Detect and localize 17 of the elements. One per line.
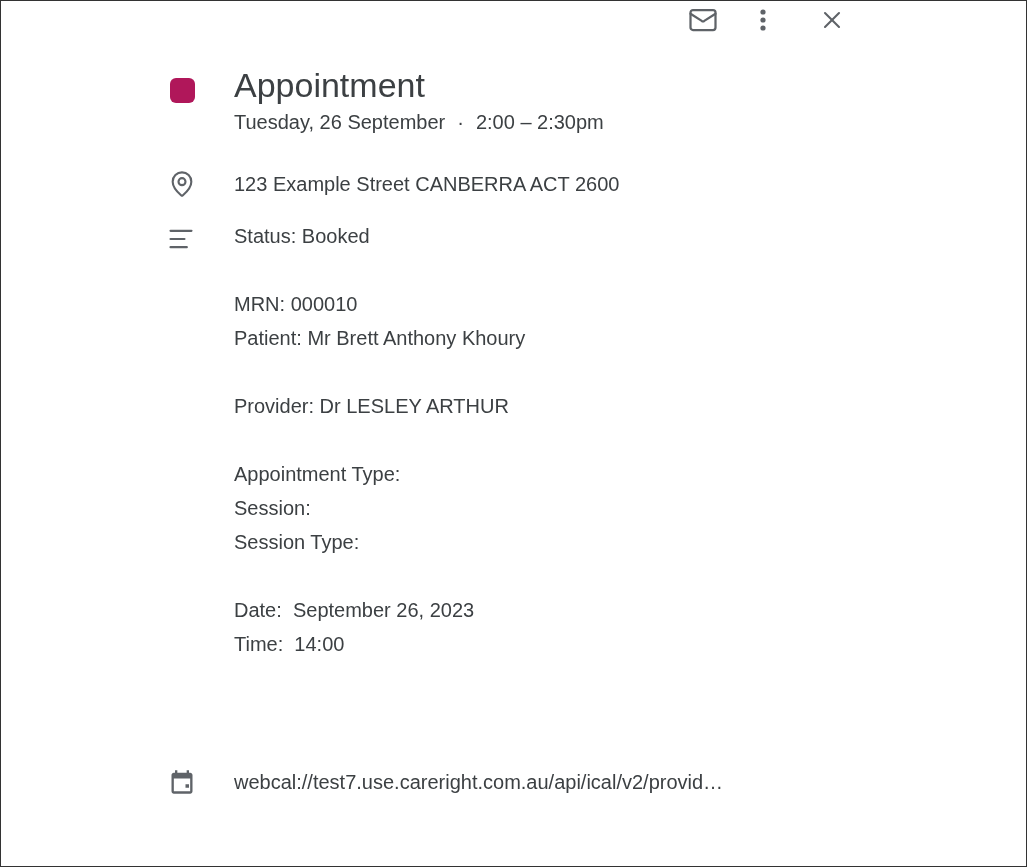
description-line: Appointment Type: xyxy=(234,462,402,487)
event-title: Appointment xyxy=(234,65,426,105)
description-line: Provider: Dr LESLEY ARTHUR xyxy=(234,394,510,419)
description-line: Date: September 26, 2023 xyxy=(234,598,476,623)
more-icon xyxy=(760,9,766,31)
description-line: Session Type: xyxy=(234,530,361,555)
event-date: Tuesday, 26 September xyxy=(234,110,446,135)
description-line: Session: xyxy=(234,496,312,521)
calendar-link[interactable]: webcal://test7.use.careright.com.au/api/ical/v2/provid… xyxy=(234,767,724,797)
description-line: Status: Booked xyxy=(234,224,371,249)
description-line: Patient: Mr Brett Anthony Khoury xyxy=(234,326,526,351)
separator-dot: · xyxy=(457,110,464,135)
description-line: Time: 14:00 xyxy=(234,632,346,657)
event-time: 2:00 – 2:30pm xyxy=(475,110,604,135)
description-line: MRN: 000010 xyxy=(234,292,359,317)
event-location: 123 Example Street CANBERRA ACT 2600 xyxy=(234,172,620,197)
more-options-button[interactable] xyxy=(760,9,766,31)
